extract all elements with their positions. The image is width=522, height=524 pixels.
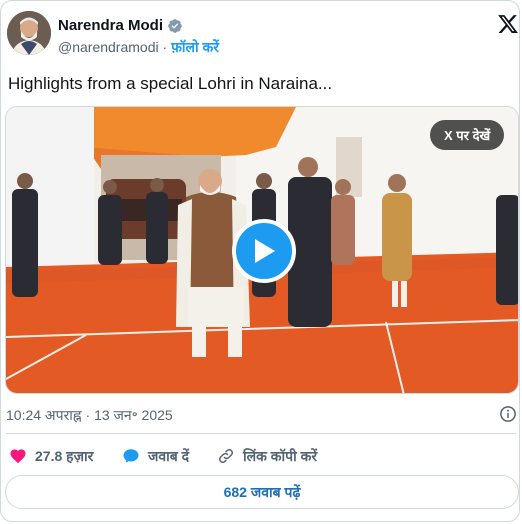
reply-label: जवाब दें — [148, 447, 190, 464]
play-button[interactable] — [232, 219, 296, 283]
view-on-x-button[interactable]: X पर देखें — [430, 120, 505, 150]
separator: · — [162, 39, 168, 55]
tweet-text: Highlights from a special Lohri in Narai… — [8, 74, 333, 93]
tweet-card: Narendra Modi @narendramodi · फ़ॉलो करें… — [0, 0, 520, 522]
play-icon — [255, 239, 275, 263]
like-count: 27.8 हज़ार — [35, 447, 94, 464]
author-handle[interactable]: @narendramodi — [58, 39, 159, 55]
author-name[interactable]: Narendra Modi — [58, 17, 163, 34]
author-name-row[interactable]: Narendra Modi — [58, 17, 183, 34]
copy-link-action[interactable]: लिंक कॉपी करें — [217, 446, 317, 466]
reply-action[interactable]: जवाब दें — [122, 446, 189, 466]
verified-badge-icon — [168, 18, 182, 33]
avatar[interactable] — [7, 11, 51, 55]
divider — [6, 433, 516, 434]
heart-icon — [10, 449, 26, 464]
video-player[interactable]: X पर देखें — [5, 106, 519, 394]
copy-link-label: लिंक कॉपी करें — [243, 447, 318, 464]
info-icon[interactable] — [499, 405, 517, 423]
follow-button[interactable]: फ़ॉलो करें — [171, 39, 219, 55]
handle-row: @narendramodi · फ़ॉलो करें — [58, 38, 219, 57]
tweet-timestamp[interactable]: 10:24 अपराह्न · 13 जन॰ 2025 — [6, 406, 173, 425]
like-action[interactable]: 27.8 हज़ार — [9, 446, 93, 466]
read-replies-button[interactable]: 682 जवाब पढ़ें — [5, 475, 519, 509]
x-logo-icon[interactable] — [497, 13, 519, 35]
speech-bubble-icon — [123, 449, 139, 463]
link-icon — [218, 448, 234, 464]
